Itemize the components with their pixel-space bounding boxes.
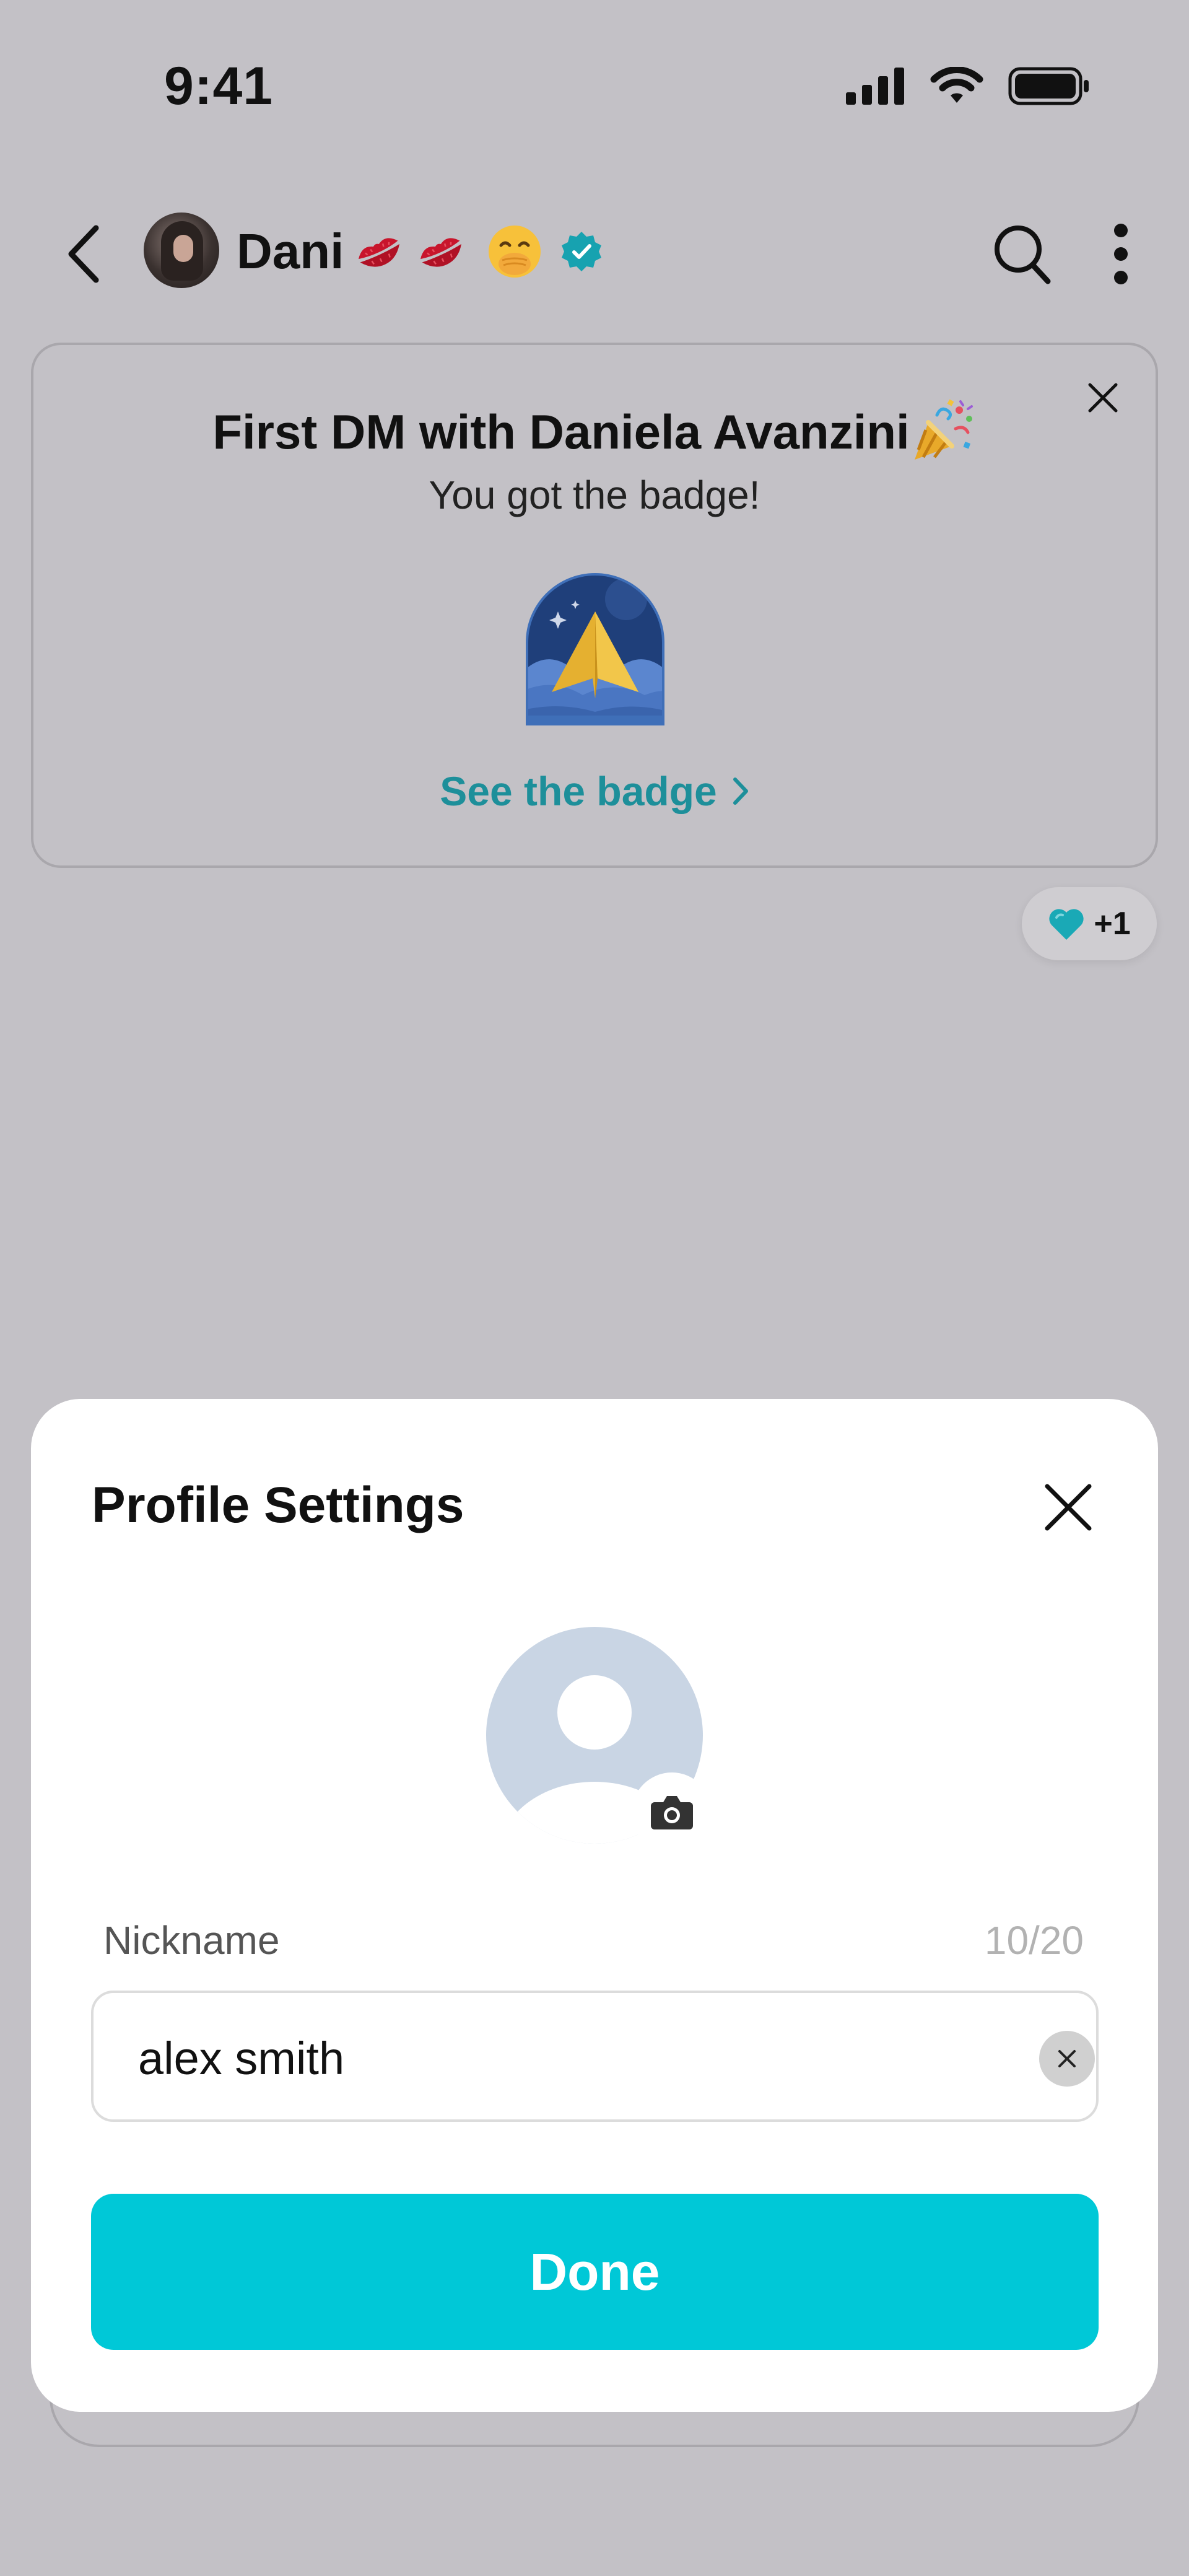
modal-title: Profile Settings <box>92 1477 464 1533</box>
more-options-button[interactable] <box>1096 220 1146 288</box>
badge-subtitle: You got the badge! <box>429 473 760 517</box>
clear-icon <box>1058 2050 1076 2067</box>
see-badge-link[interactable]: See the badge <box>33 768 1156 815</box>
kiss-mark-emoji <box>359 238 400 267</box>
wifi-icon <box>930 67 983 103</box>
back-chevron-icon <box>68 225 99 283</box>
status-bar: 9:41 <box>0 0 1189 173</box>
camera-icon <box>651 1796 693 1829</box>
reaction-chip[interactable]: +1 <box>1022 887 1157 960</box>
chat-header: Dani <box>0 204 1189 297</box>
see-badge-label: See the badge <box>440 768 717 814</box>
paper-plane-badge-icon[interactable] <box>521 568 669 729</box>
status-time: 9:41 <box>164 56 274 116</box>
contact-name-row[interactable]: Dani <box>237 223 604 280</box>
status-icons <box>846 67 1090 105</box>
profile-settings-modal: Profile Settings Nickname 10/20 Done <box>31 1399 1158 2412</box>
badge-card: First DM with Daniela Avanzini You got t… <box>31 343 1158 868</box>
teal-heart-icon <box>1049 909 1084 940</box>
search-icon <box>995 226 1051 284</box>
nickname-field[interactable] <box>91 1991 1099 2122</box>
reaction-count: +1 <box>1094 906 1131 942</box>
chevron-right-icon <box>733 778 748 805</box>
nickname-label: Nickname <box>103 1918 280 1963</box>
done-button[interactable]: Done <box>91 2194 1099 2350</box>
badge-title-row: First DM with Daniela Avanzini <box>33 398 1156 465</box>
battery-icon <box>1008 67 1089 105</box>
kiss-mark-emoji <box>420 238 462 267</box>
contact-name: Dani <box>237 224 344 279</box>
party-popper-emoji <box>914 399 973 460</box>
modal-close-button[interactable] <box>1037 1476 1099 1538</box>
face-with-hand-over-mouth-emoji <box>489 226 541 278</box>
contact-avatar[interactable] <box>144 212 219 288</box>
badge-title: First DM with Daniela Avanzini <box>212 405 910 459</box>
close-icon <box>1045 1484 1092 1531</box>
cellular-signal-icon <box>846 68 904 105</box>
change-photo-button[interactable] <box>632 1772 712 1853</box>
nickname-input[interactable] <box>138 2018 943 2098</box>
clear-nickname-button[interactable] <box>1039 2031 1095 2087</box>
verified-badge-icon <box>562 232 602 271</box>
back-button[interactable] <box>56 220 111 288</box>
nickname-char-count: 10/20 <box>984 1918 1084 1963</box>
search-button[interactable] <box>988 220 1056 288</box>
more-vertical-icon <box>1114 224 1128 284</box>
